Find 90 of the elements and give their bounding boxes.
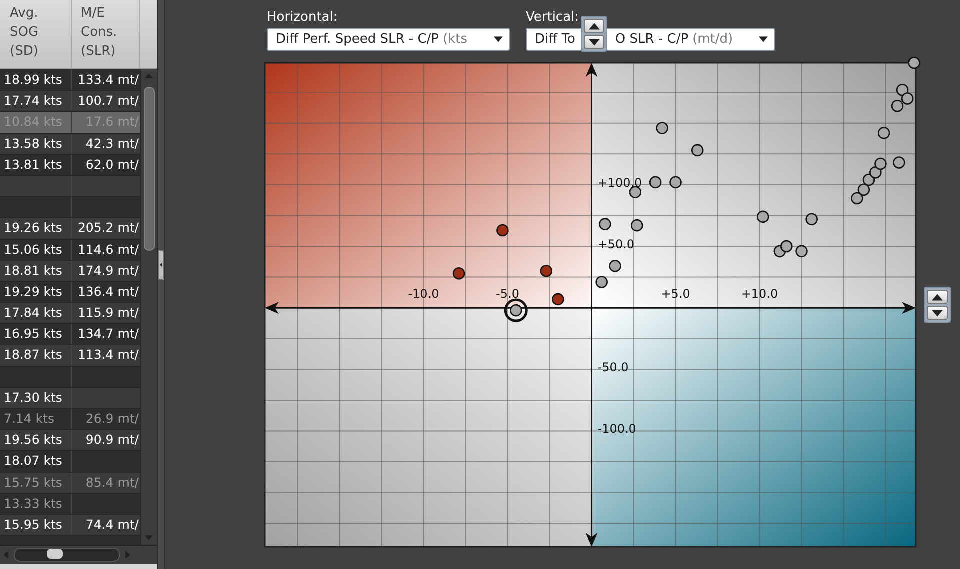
- table-row[interactable]: 17.30 kts: [0, 386, 140, 408]
- data-point[interactable]: [796, 245, 808, 258]
- x-tick-label: -10.0: [408, 287, 440, 302]
- table-cell-text: 136.4 mt/: [76, 282, 140, 301]
- y-tick-label: -50.0: [598, 360, 629, 375]
- step-down-button[interactable]: [927, 306, 948, 320]
- table-row[interactable]: 19.29 kts 136.4 mt/: [0, 280, 140, 302]
- x-tick-label: -5.0: [496, 287, 520, 302]
- data-point[interactable]: [649, 176, 662, 189]
- data-point[interactable]: [891, 100, 904, 112]
- column-header[interactable]: M/E Cons. (SLR): [72, 0, 140, 68]
- data-point[interactable]: [540, 264, 553, 278]
- table-row[interactable]: 17.74 kts 100.7 mt/: [0, 90, 140, 112]
- table-cell-text: 205.2 mt/: [76, 219, 140, 238]
- triangle-up-icon: [588, 20, 600, 32]
- data-point[interactable]: [896, 84, 909, 96]
- data-point[interactable]: [878, 127, 890, 140]
- horizontal-axis-dropdown[interactable]: Diff Perf. Speed SLR - C/P (kts: [267, 28, 510, 51]
- table-row[interactable]: 19.26 kts 205.2 mt/: [0, 217, 140, 238]
- caret-icon: [759, 35, 768, 44]
- horizontal-scrollbar[interactable]: [0, 545, 157, 564]
- data-point[interactable]: [630, 219, 644, 232]
- table-row[interactable]: 7.14 kts 26.9 mt/: [0, 408, 140, 430]
- table-cell-text: 133.4 mt/: [76, 71, 140, 89]
- step-up-button[interactable]: [927, 290, 948, 304]
- table-row[interactable]: 13.58 kts 42.3 mt/: [0, 132, 140, 154]
- scroll-right-icon: [124, 551, 132, 559]
- triangle-up-icon: [932, 292, 943, 302]
- triangle-down-icon: [932, 308, 943, 318]
- data-point[interactable]: [670, 176, 682, 189]
- data-point[interactable]: [452, 267, 466, 280]
- data-point[interactable]: [496, 224, 509, 237]
- scroll-left-icon: [2, 551, 10, 559]
- data-point[interactable]: [510, 304, 522, 317]
- caret-left-icon: [159, 262, 163, 268]
- table-row[interactable]: 15.06 kts 114.6 mt/: [0, 238, 140, 260]
- table-cell-text: 115.9 mt/: [76, 304, 140, 322]
- x-tick-label: +5.0: [661, 287, 690, 302]
- step-up-button[interactable]: [584, 19, 604, 33]
- table-row[interactable]: 18.81 kts 174.9 mt/: [0, 260, 140, 281]
- vertical-scrollbar[interactable]: [140, 69, 157, 545]
- table-cell-text: 90.9 mt/: [84, 431, 140, 450]
- table-row[interactable]: 15.95 kts 74.4 mt/: [0, 514, 140, 536]
- data-point[interactable]: [691, 144, 704, 157]
- table-cell-text: 113.4 mt/: [76, 346, 140, 364]
- scrollbar-thumb[interactable]: [47, 549, 63, 559]
- y-tick-label: +100.0: [598, 176, 642, 190]
- data-point[interactable]: [756, 210, 770, 224]
- table-row[interactable]: 17.84 kts 115.9 mt/: [0, 302, 140, 324]
- data-point[interactable]: [858, 184, 870, 196]
- table-cell-text: 62.0 mt/: [84, 156, 140, 174]
- table-cell-text: 134.7 mt/: [76, 325, 140, 344]
- table-cell-text: 114.6 mt/: [76, 240, 140, 258]
- table-row[interactable]: 16.95 kts 134.7 mt/: [0, 323, 140, 344]
- table-cell-text: 42.3 mt/: [84, 134, 140, 153]
- triangle-down-icon: [588, 36, 600, 48]
- table-cell-text: 174.9 mt/: [76, 262, 140, 280]
- data-point[interactable]: [851, 192, 864, 205]
- data-point[interactable]: [874, 158, 887, 170]
- scrollbar-thumb[interactable]: [144, 87, 154, 251]
- step-down-button[interactable]: [584, 35, 604, 49]
- data-point[interactable]: [629, 186, 642, 198]
- collapse-handle[interactable]: [158, 250, 164, 280]
- table-cell-text: 74.4 mt/: [84, 516, 140, 534]
- vertical-axis-dropdown[interactable]: Diff To O SLR - C/P (mt/d): [526, 28, 775, 51]
- table-row[interactable]: 13.33 kts: [0, 492, 140, 514]
- table-cell-text: 26.9 mt/: [84, 410, 140, 428]
- table-cell-text: 85.4 mt/: [84, 474, 140, 492]
- table-row[interactable]: 15.75 kts 85.4 mt/: [0, 472, 140, 493]
- table-cell-text: 100.7 mt/: [76, 92, 140, 110]
- column-header[interactable]: Avg. SOG (SD): [0, 0, 72, 68]
- y-tick-label: -100.0: [598, 422, 636, 436]
- scroll-up-icon: [145, 72, 153, 80]
- data-point[interactable]: [862, 174, 876, 186]
- table-cell: 15.95 kts: [0, 514, 72, 536]
- caret-icon: [494, 35, 503, 44]
- data-point[interactable]: [908, 56, 920, 70]
- field-label: Horizontal:: [267, 10, 339, 25]
- x-tick-label: +10.0: [741, 287, 778, 302]
- table-row[interactable]: 13.81 kts 62.0 mt/: [0, 154, 140, 175]
- data-point[interactable]: [552, 293, 564, 306]
- table-row[interactable]: 19.56 kts 90.9 mt/: [0, 429, 140, 450]
- data-point[interactable]: [780, 240, 793, 253]
- field-label: Vertical:: [526, 10, 580, 25]
- y-tick-label: +50.0: [598, 238, 635, 252]
- data-point[interactable]: [901, 92, 914, 105]
- table-row[interactable]: 18.99 kts 133.4 mt/: [0, 69, 140, 90]
- table-row[interactable]: 18.07 kts: [0, 450, 140, 472]
- table-row[interactable]: 18.87 kts 113.4 mt/: [0, 344, 140, 366]
- scroll-down-icon: [145, 534, 153, 542]
